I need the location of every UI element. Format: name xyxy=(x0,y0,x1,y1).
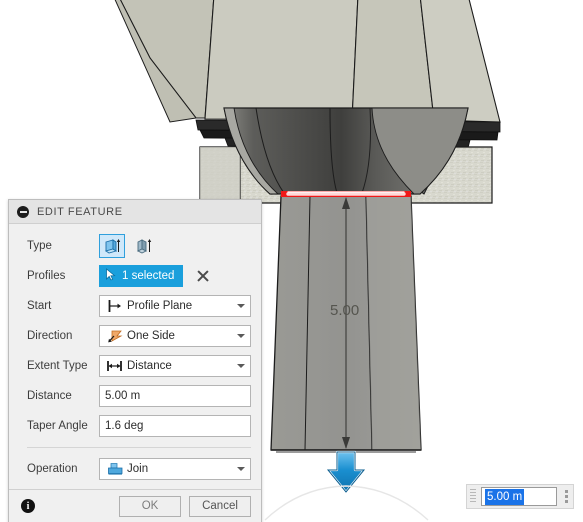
operation-value: Join xyxy=(127,463,149,475)
collapse-minus-icon[interactable] xyxy=(17,205,29,218)
panel-header[interactable]: EDIT FEATURE xyxy=(9,200,261,224)
profiles-selection-chip[interactable]: 1 selected xyxy=(99,265,184,287)
direction-control[interactable]: One Side xyxy=(99,325,251,347)
row-extent-type: Extent Type Distance xyxy=(9,351,261,381)
row-start: Start Profile Plane xyxy=(9,291,261,321)
label-extent-type: Extent Type xyxy=(27,360,88,372)
chevron-down-icon[interactable] xyxy=(232,364,250,368)
extrude-profile-icon[interactable] xyxy=(99,234,125,258)
direction-dropdown[interactable]: One Side xyxy=(99,325,251,347)
distance-value: 5.00 m xyxy=(105,390,141,402)
label-direction: Direction xyxy=(27,330,73,342)
label-distance: Distance xyxy=(27,390,72,402)
extrude-surface-icon[interactable] xyxy=(131,234,157,258)
row-profiles: Profiles 1 selected xyxy=(9,261,261,291)
start-control[interactable]: Profile Plane xyxy=(99,295,251,317)
direction-value: One Side xyxy=(127,330,175,342)
inline-distance-value: 5.00 m xyxy=(485,488,525,505)
edit-feature-panel[interactable]: EDIT FEATURE Type Profiles 1 selected St… xyxy=(8,199,262,522)
inline-dimension-input-widget[interactable]: 5.00 m xyxy=(466,484,574,509)
chevron-down-icon[interactable] xyxy=(232,304,250,308)
profiles-selection-control[interactable]: 1 selected xyxy=(99,265,251,287)
profile-plane-icon xyxy=(105,299,125,313)
panel-footer: i OK Cancel xyxy=(9,489,261,522)
panel-body: Type Profiles 1 selected Start Profile P… xyxy=(9,224,261,484)
label-operation: Operation xyxy=(27,463,78,475)
dimension-value-label: 5.00 xyxy=(330,302,359,319)
panel-divider xyxy=(27,447,251,448)
ok-button[interactable]: OK xyxy=(119,495,181,517)
taper-angle-value: 1.6 deg xyxy=(105,420,144,432)
model-funnel-body xyxy=(223,107,469,195)
chevron-down-icon[interactable] xyxy=(232,467,250,471)
label-taper-angle: Taper Angle xyxy=(27,420,88,432)
row-direction: Direction One Side xyxy=(9,321,261,351)
distance-input[interactable]: 5.00 m xyxy=(99,385,251,407)
chevron-down-icon[interactable] xyxy=(232,334,250,338)
label-type: Type xyxy=(27,240,52,252)
distance-control[interactable]: 5.00 m xyxy=(99,385,251,407)
operation-dropdown[interactable]: Join xyxy=(99,458,251,480)
kebab-menu-icon[interactable] xyxy=(559,485,573,508)
extent-type-dropdown[interactable]: Distance xyxy=(99,355,251,377)
distance-measure-icon xyxy=(105,359,125,373)
operation-control[interactable]: Join xyxy=(99,458,251,480)
inline-distance-input[interactable]: 5.00 m xyxy=(481,487,557,506)
taper-angle-control[interactable]: 1.6 deg xyxy=(99,415,251,437)
cancel-button[interactable]: Cancel xyxy=(189,495,251,517)
taper-angle-input[interactable]: 1.6 deg xyxy=(99,415,251,437)
drag-grip-icon[interactable] xyxy=(467,485,479,508)
join-boolean-icon xyxy=(105,462,125,476)
row-operation: Operation Join xyxy=(9,454,261,484)
cad-application-window: 5.00 EDIT FEATURE Type Profiles 1 select… xyxy=(0,0,583,522)
label-profiles: Profiles xyxy=(27,270,66,282)
profiles-chip-label: 1 selected xyxy=(122,270,175,282)
extent-type-control[interactable]: Distance xyxy=(99,355,251,377)
start-dropdown[interactable]: Profile Plane xyxy=(99,295,251,317)
one-side-arrow-icon xyxy=(105,329,125,343)
selected-profile-highlight[interactable] xyxy=(281,191,411,197)
type-option-group[interactable] xyxy=(99,234,251,258)
panel-title: EDIT FEATURE xyxy=(37,205,123,218)
cursor-arrow-icon xyxy=(105,268,117,284)
label-start: Start xyxy=(27,300,52,312)
row-type: Type xyxy=(9,231,261,261)
extent-type-value: Distance xyxy=(127,360,172,372)
info-icon[interactable]: i xyxy=(21,499,35,513)
clear-x-icon[interactable] xyxy=(195,268,211,284)
row-distance: Distance 5.00 m xyxy=(9,381,261,411)
model-top-shell xyxy=(114,0,501,123)
row-taper-angle: Taper Angle 1.6 deg xyxy=(9,411,261,441)
start-value: Profile Plane xyxy=(127,300,193,312)
